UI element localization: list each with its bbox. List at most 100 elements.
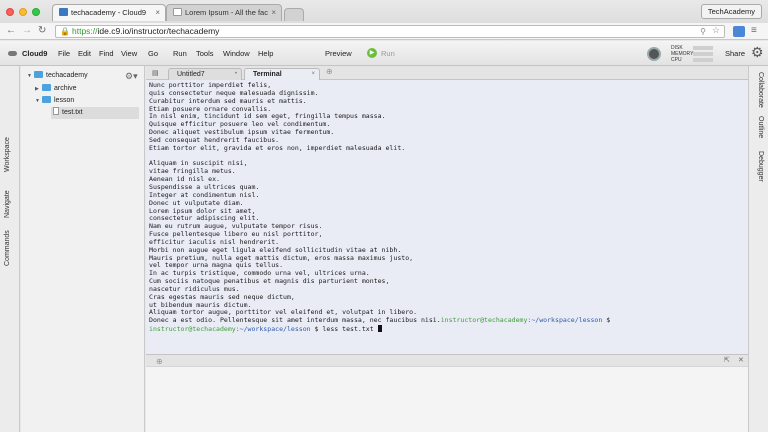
tab-untitled7[interactable]: Untitled7 •: [168, 68, 242, 80]
cpu-bar: [693, 58, 713, 62]
file-icon: [53, 107, 59, 115]
maximize-pane-icon[interactable]: ⇱: [724, 356, 730, 364]
prompt-path: :~/workspace/lesson: [527, 316, 603, 325]
collaborate-panel-button[interactable]: Collaborate: [757, 72, 764, 108]
workspace-panel-button[interactable]: Workspace: [4, 137, 11, 172]
folder-icon: [42, 96, 51, 103]
browser-tab-cloud9[interactable]: techacademy - Cloud9 ×: [52, 4, 166, 21]
menu-help[interactable]: Help: [258, 49, 273, 58]
add-tab-icon[interactable]: ⊕: [326, 67, 333, 76]
tree-file-test[interactable]: test.txt: [51, 107, 139, 119]
tab-terminal[interactable]: Terminal ×: [244, 68, 320, 80]
menu-view[interactable]: View: [121, 49, 137, 58]
disk-bar: [693, 46, 713, 50]
url-scheme: https://: [72, 26, 98, 36]
tree-folder-label: lesson: [54, 97, 75, 104]
terminal-line: Etiam tortor elit, gravida et eros non, …: [149, 143, 406, 152]
close-icon[interactable]: ×: [311, 71, 315, 77]
run-button[interactable]: Run: [381, 49, 395, 58]
settings-gear-icon[interactable]: ⚙: [751, 44, 764, 61]
bookmark-star-icon[interactable]: ☆: [712, 25, 720, 36]
tree-folder-archive[interactable]: ▶ archive: [35, 83, 77, 95]
address-row: ← → ↻ 🔒 https://ide.c9.io/instructor/tech…: [0, 23, 768, 40]
bottom-console-panel: ⊕: [146, 357, 748, 432]
tree-file-label: test.txt: [62, 109, 83, 116]
preview-button[interactable]: Preview: [325, 49, 352, 58]
terminal-text-tail: Donec a est odio. Pellentesque sit amet …: [149, 316, 441, 325]
tab-title: Lorem Ipsum - All the fac: [185, 8, 268, 17]
tree-settings-gear-icon[interactable]: ⚙▾: [125, 71, 138, 82]
navigate-panel-button[interactable]: Navigate: [4, 190, 11, 218]
unsaved-dot-icon[interactable]: •: [235, 71, 237, 77]
extension-icon[interactable]: [733, 26, 745, 37]
menu-window[interactable]: Window: [223, 49, 250, 58]
left-panel-strip: Workspace Navigate Commands: [0, 66, 20, 432]
menu-run[interactable]: Run: [173, 49, 187, 58]
tree-root-label: techacademy: [46, 72, 88, 79]
search-icon[interactable]: ⚲: [700, 26, 706, 37]
browser-tab-lorem[interactable]: Lorem Ipsum - All the fac ×: [166, 4, 282, 21]
cloud9-favicon-icon: [59, 8, 68, 16]
resource-metrics: DISK MEMORY CPU: [647, 45, 717, 63]
outline-panel-button[interactable]: Outline: [757, 116, 764, 138]
expand-arrow-icon[interactable]: ▼: [35, 95, 42, 107]
right-panel-strip: Collaborate Outline Debugger: [748, 66, 768, 432]
cloud9-logo-icon: [8, 51, 17, 56]
expand-arrow-icon[interactable]: ▼: [27, 70, 34, 82]
tree-folder-lesson[interactable]: ▼ lesson: [35, 95, 74, 107]
close-icon[interactable]: ×: [271, 8, 276, 17]
bottom-panel-tabbar: ⇱ ✕: [146, 354, 748, 367]
commands-panel-button[interactable]: Commands: [4, 230, 11, 266]
prompt-user: instructor@techacademy: [440, 316, 528, 325]
tab-label: Untitled7: [177, 71, 205, 78]
menu-file[interactable]: File: [58, 49, 70, 58]
prompt-command: $ less test.txt: [310, 325, 378, 334]
lock-icon: 🔒: [60, 27, 70, 36]
terminal-text: Nunc porttitor imperdiet felis, quis cons…: [149, 81, 611, 334]
brand-menu[interactable]: Cloud9: [22, 49, 47, 58]
collapse-arrow-icon[interactable]: ▶: [35, 83, 42, 95]
workspace-tree: ▼ techacademy ⚙▾ ▶ archive ▼ lesson test.tx…: [21, 66, 145, 432]
status-indicator-icon: [647, 47, 661, 61]
url-bar[interactable]: 🔒 https://ide.c9.io/instructor/techacadem…: [55, 25, 725, 38]
debugger-panel-button[interactable]: Debugger: [757, 151, 764, 182]
url-text: ide.c9.io/instructor/techacademy: [97, 26, 220, 36]
menu-edit[interactable]: Edit: [78, 49, 91, 58]
add-console-tab-icon[interactable]: ⊕: [156, 357, 163, 366]
new-tab-button[interactable]: [284, 8, 304, 21]
page-favicon-icon: [173, 8, 182, 16]
folder-icon: [42, 84, 51, 91]
back-icon[interactable]: ←: [6, 25, 16, 36]
folder-icon: [34, 71, 43, 78]
ide-menubar: Cloud9 File Edit Find View Go Run Tools …: [0, 41, 768, 66]
tree-root[interactable]: ▼ techacademy: [27, 70, 88, 82]
menu-go[interactable]: Go: [148, 49, 158, 58]
window-maximize-button[interactable]: [32, 8, 40, 16]
cpu-label: CPU: [671, 57, 682, 63]
close-pane-icon[interactable]: ✕: [738, 356, 744, 364]
menu-find[interactable]: Find: [99, 49, 114, 58]
share-button[interactable]: Share: [725, 49, 745, 58]
tab-label: Terminal: [253, 71, 282, 78]
editor-tab-bar: ▤ Untitled7 • Terminal × ⊕: [146, 66, 748, 80]
profile-button[interactable]: TechAcademy: [700, 4, 762, 19]
browser-chrome: techacademy - Cloud9 × Lorem Ipsum - All…: [0, 0, 768, 40]
tree-folder-label: archive: [54, 85, 77, 92]
tab-title: techacademy - Cloud9: [71, 8, 147, 17]
terminal-output[interactable]: Nunc porttitor imperdiet felis, quis cons…: [146, 80, 748, 354]
terminal-prompt-line: instructor@techacademy:~/workspace/lesso…: [149, 325, 610, 334]
forward-icon[interactable]: →: [22, 25, 32, 36]
prompt-user: instructor@techacademy: [149, 325, 236, 334]
panel-toggle-icon[interactable]: ▤: [152, 69, 159, 77]
window-close-button[interactable]: [6, 8, 14, 16]
memory-bar: [693, 52, 713, 56]
run-icon[interactable]: ▶: [367, 48, 377, 58]
prompt-path: :~/workspace/lesson: [235, 325, 311, 334]
menu-tools[interactable]: Tools: [196, 49, 214, 58]
window-minimize-button[interactable]: [19, 8, 27, 16]
prompt-suffix: $: [602, 316, 611, 325]
close-icon[interactable]: ×: [155, 8, 160, 17]
menu-icon[interactable]: ≡: [751, 26, 763, 37]
reload-icon[interactable]: ↻: [38, 25, 46, 36]
terminal-cursor: [377, 325, 382, 333]
